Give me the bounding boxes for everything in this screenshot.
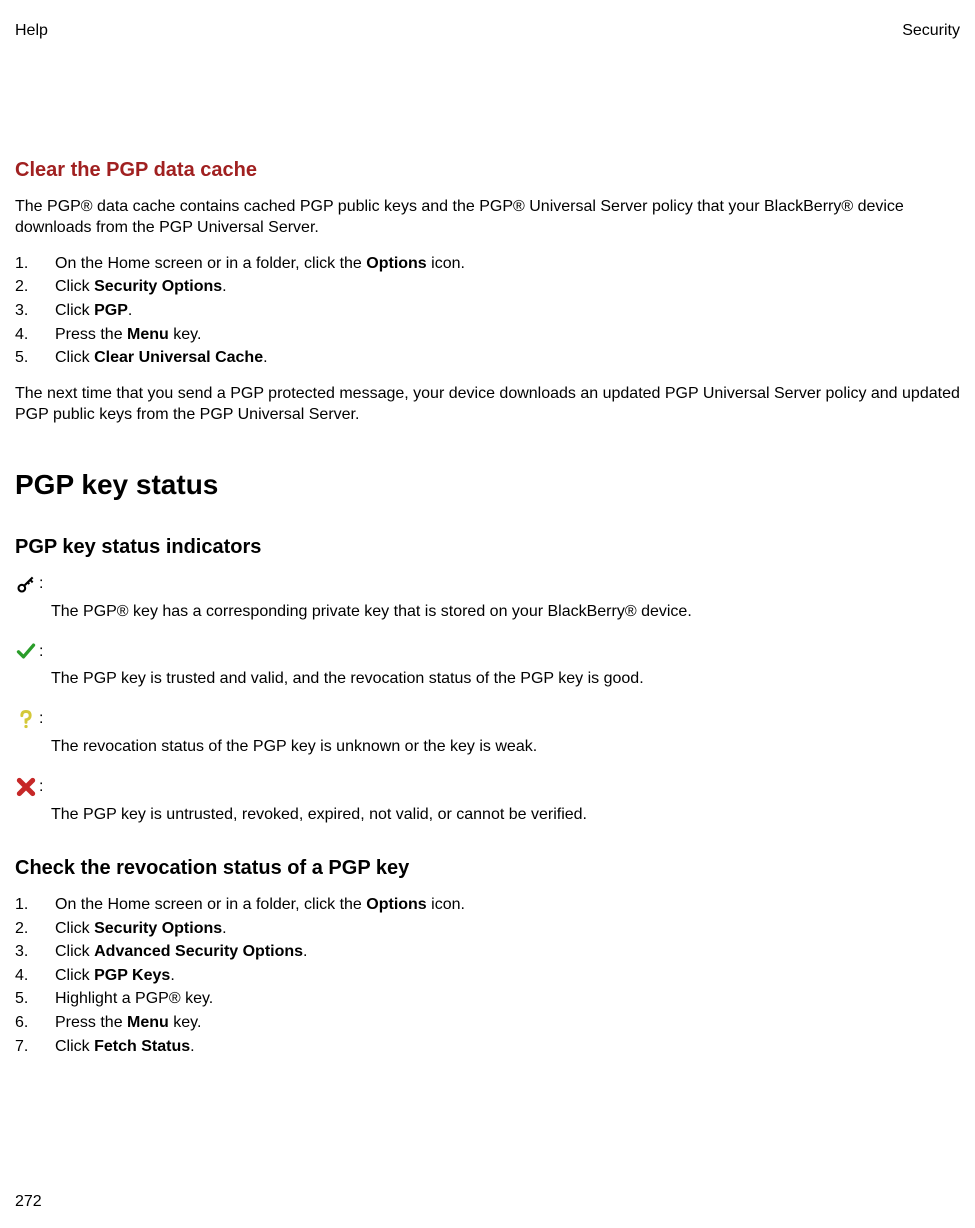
step-bold: Advanced Security Options (94, 943, 303, 960)
step-number: 3. (15, 941, 39, 963)
step-bold: Options (366, 255, 426, 272)
step-text: . (222, 920, 226, 937)
step-text: key. (169, 1014, 202, 1031)
step-bold: Security Options (94, 920, 222, 937)
indicator-row: : The PGP key is untrusted, revoked, exp… (15, 776, 960, 826)
section3-title: Check the revocation status of a PGP key (15, 855, 960, 882)
step-text: key. (169, 326, 202, 343)
step-number: 5. (15, 347, 39, 369)
step-item: 1. On the Home screen or in a folder, cli… (15, 253, 960, 275)
step-bold: PGP Keys (94, 967, 170, 984)
main-heading: PGP key status (15, 466, 960, 504)
question-icon (15, 708, 37, 730)
step-text: . (303, 943, 307, 960)
step-number: 2. (15, 918, 39, 940)
step-bold: PGP (94, 302, 128, 319)
step-number: 1. (15, 894, 39, 916)
step-number: 7. (15, 1036, 39, 1058)
step-number: 6. (15, 1012, 39, 1034)
indicator-desc: The PGP key is untrusted, revoked, expir… (15, 804, 960, 826)
section1-steps: 1. On the Home screen or in a folder, cli… (15, 253, 960, 369)
indicator-row: : The revocation status of the PGP key i… (15, 708, 960, 758)
step-text: . (222, 278, 226, 295)
section3-steps: 1. On the Home screen or in a folder, cli… (15, 894, 960, 1057)
step-text: Press the (55, 326, 127, 343)
indicator-label: : (15, 708, 960, 730)
indicator-label: : (15, 776, 960, 798)
section1-title: Clear the PGP data cache (15, 157, 960, 184)
step-text: Click (55, 349, 94, 366)
checkmark-icon (15, 640, 37, 662)
step-number: 5. (15, 988, 39, 1010)
header-left: Help (15, 20, 48, 42)
step-text: On the Home screen or in a folder, click… (55, 896, 366, 913)
step-bold: Options (366, 896, 426, 913)
step-text: icon. (427, 255, 465, 272)
section1-outro: The next time that you send a PGP protec… (15, 383, 960, 426)
step-bold: Fetch Status (94, 1038, 190, 1055)
step-number: 2. (15, 276, 39, 298)
step-text: . (170, 967, 174, 984)
x-icon (15, 776, 37, 798)
step-text: . (128, 302, 132, 319)
step-text: Highlight a PGP® key. (55, 990, 213, 1007)
step-text: icon. (427, 896, 465, 913)
indicator-row: : The PGP® key has a corresponding priva… (15, 573, 960, 623)
step-text: Press the (55, 1014, 127, 1031)
step-bold: Clear Universal Cache (94, 349, 263, 366)
step-number: 3. (15, 300, 39, 322)
step-item: 3. Click Advanced Security Options. (15, 941, 960, 963)
step-item: 5. Click Clear Universal Cache. (15, 347, 960, 369)
colon-label: : (39, 708, 43, 730)
step-text: Click (55, 1038, 94, 1055)
section2-title: PGP key status indicators (15, 534, 960, 561)
step-bold: Menu (127, 1014, 169, 1031)
step-item: 3. Click PGP. (15, 300, 960, 322)
step-text: . (263, 349, 267, 366)
step-text: Click (55, 278, 94, 295)
step-item: 5. Highlight a PGP® key. (15, 988, 960, 1010)
step-text: Click (55, 302, 94, 319)
step-item: 4. Press the Menu key. (15, 324, 960, 346)
step-text: . (190, 1038, 194, 1055)
indicator-desc: The PGP key is trusted and valid, and th… (15, 668, 960, 690)
step-item: 7. Click Fetch Status. (15, 1036, 960, 1058)
colon-label: : (39, 573, 43, 595)
step-item: 1. On the Home screen or in a folder, cli… (15, 894, 960, 916)
step-text: Click (55, 920, 94, 937)
step-item: 2. Click Security Options. (15, 276, 960, 298)
section1-intro: The PGP® data cache contains cached PGP … (15, 196, 960, 239)
step-bold: Security Options (94, 278, 222, 295)
indicator-label: : (15, 573, 960, 595)
indicator-label: : (15, 640, 960, 662)
indicator-desc: The revocation status of the PGP key is … (15, 736, 960, 758)
colon-label: : (39, 641, 43, 663)
step-item: 4. Click PGP Keys. (15, 965, 960, 987)
page-header: Help Security (15, 20, 960, 42)
colon-label: : (39, 776, 43, 798)
header-right: Security (902, 20, 960, 42)
step-number: 1. (15, 253, 39, 275)
step-item: 6. Press the Menu key. (15, 1012, 960, 1034)
step-item: 2. Click Security Options. (15, 918, 960, 940)
step-text: Click (55, 967, 94, 984)
step-text: Click (55, 943, 94, 960)
step-text: On the Home screen or in a folder, click… (55, 255, 366, 272)
indicator-desc: The PGP® key has a corresponding private… (15, 601, 960, 623)
page-number: 272 (15, 1191, 42, 1213)
step-number: 4. (15, 324, 39, 346)
key-icon (15, 573, 37, 595)
step-bold: Menu (127, 326, 169, 343)
indicator-row: : The PGP key is trusted and valid, and … (15, 640, 960, 690)
step-number: 4. (15, 965, 39, 987)
